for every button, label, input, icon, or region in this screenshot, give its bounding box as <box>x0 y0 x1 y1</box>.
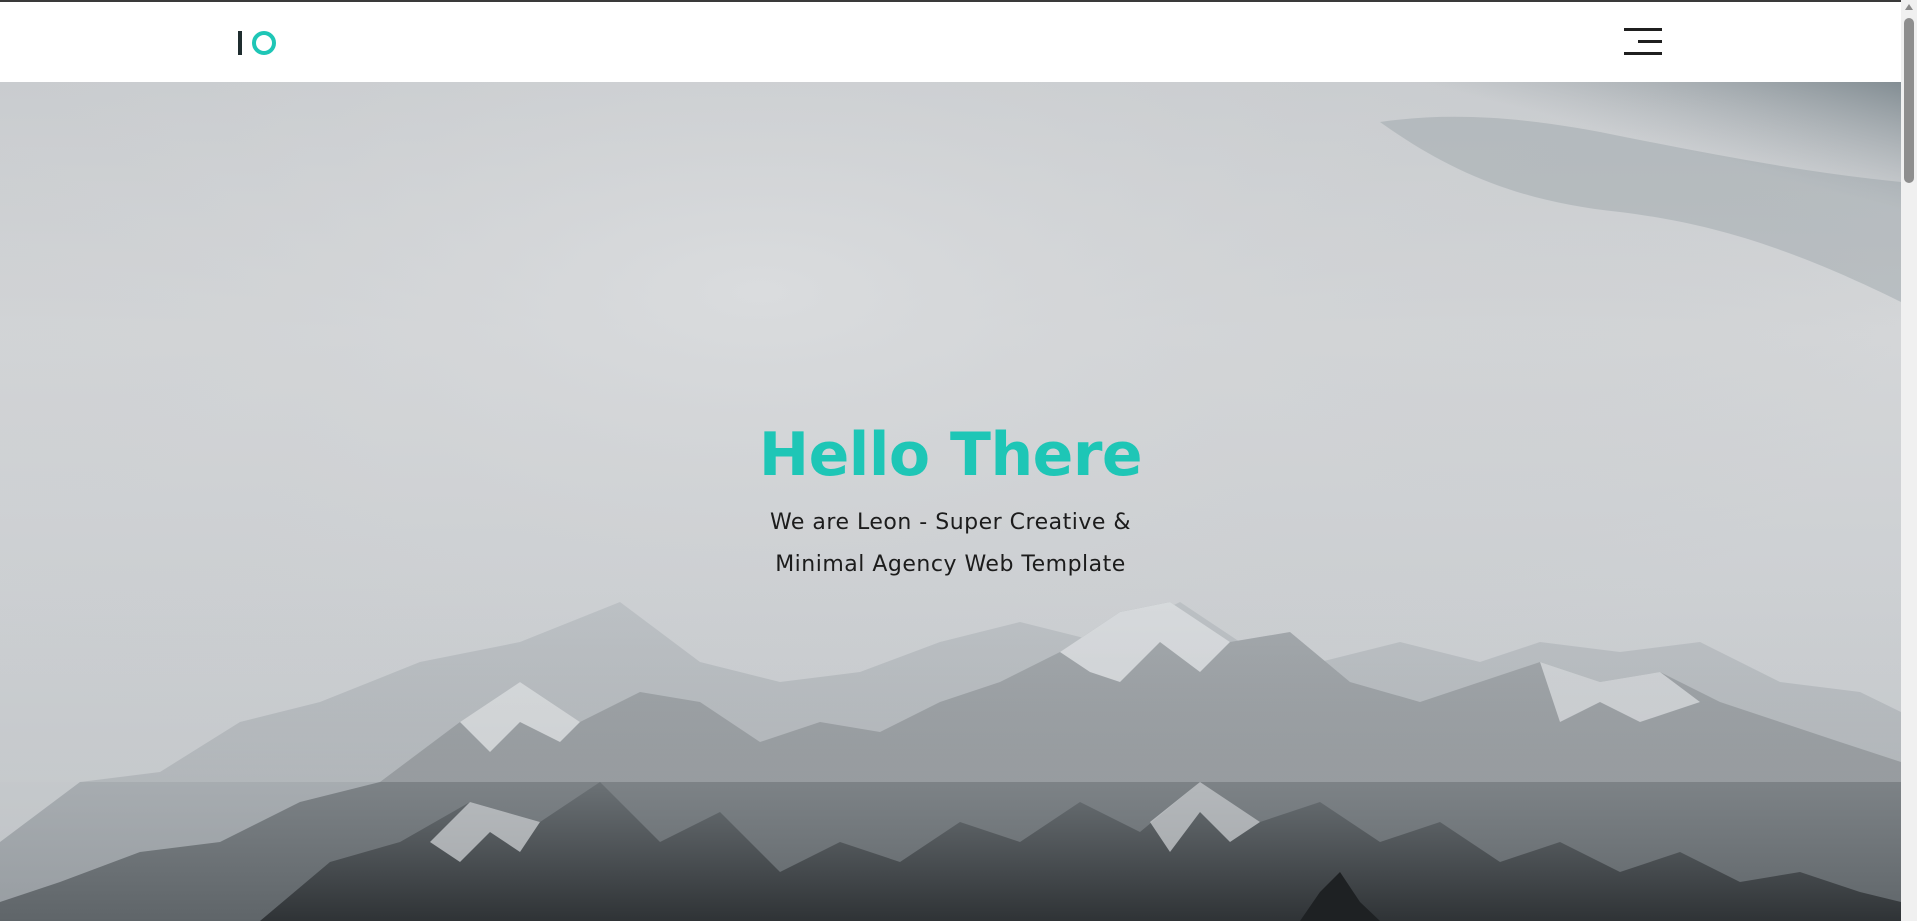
scroll-up-arrow-icon[interactable] <box>1905 4 1913 10</box>
hamburger-menu-icon <box>1624 28 1662 55</box>
hero-section: Hello There We are Leon - Super Creative… <box>0 82 1901 921</box>
page-viewport: Hello There We are Leon - Super Creative… <box>0 0 1901 921</box>
hero-content: Hello There We are Leon - Super Creative… <box>0 422 1901 586</box>
hero-title: Hello There <box>758 420 1143 490</box>
hero-subtitle-line1: We are Leon - Super Creative & <box>769 510 1132 535</box>
io-logo-icon <box>238 31 276 55</box>
scrollbar-thumb[interactable] <box>1904 18 1914 183</box>
page-scrollbar[interactable] <box>1901 0 1917 921</box>
menu-button[interactable] <box>1622 26 1664 58</box>
site-logo[interactable] <box>238 27 284 59</box>
site-header <box>0 2 1901 82</box>
hero-subtitle-line2: Minimal Agency Web Template <box>775 552 1126 577</box>
hero-subtitle: We are Leon - Super Creative & Minimal A… <box>741 502 1161 586</box>
